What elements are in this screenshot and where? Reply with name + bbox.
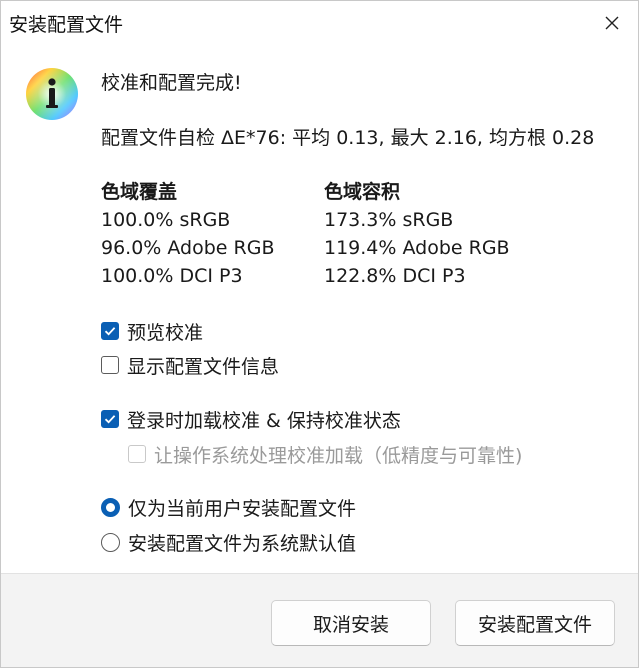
cancel-install-button[interactable]: 取消安装: [271, 600, 431, 646]
radio-unselected[interactable]: [101, 532, 120, 552]
title-bar: 安装配置文件: [1, 1, 638, 45]
info-icon: [26, 68, 78, 120]
window-title: 安装配置文件: [9, 14, 124, 36]
gamut-volume-row: 122.8% DCI P3: [324, 265, 466, 287]
checkbox-checked[interactable]: [101, 322, 119, 340]
close-icon: [605, 16, 619, 30]
preview-calibration-checkbox[interactable]: 预览校准: [101, 318, 203, 344]
gamut-volume-row: 119.4% Adobe RGB: [324, 237, 510, 259]
gamut-volume-header: 色域容积: [324, 181, 401, 203]
gamut-coverage-header: 色域覆盖: [101, 181, 178, 203]
gamut-coverage-row: 100.0% sRGB: [101, 209, 231, 231]
gamut-coverage-row: 100.0% DCI P3: [101, 265, 243, 287]
dialog-footer: 取消安装 安装配置文件: [1, 573, 638, 667]
install-current-user-radio[interactable]: 仅为当前用户安装配置文件: [101, 494, 356, 520]
os-handles-loading-label: 让操作系统处理校准加载（低精度与可靠性): [154, 444, 523, 467]
install-current-user-label: 仅为当前用户安装配置文件: [128, 497, 357, 520]
dialog-content: 校准和配置完成! 配置文件自检 ΔE*76: 平均 0.13, 最大 2.16,…: [1, 45, 638, 573]
checkbox-disabled: [128, 445, 146, 463]
checkbox-unchecked[interactable]: [101, 356, 119, 374]
load-on-login-label: 登录时加载校准 & 保持校准状态: [127, 409, 401, 432]
gamut-volume-row: 173.3% sRGB: [324, 209, 454, 231]
completion-heading: 校准和配置完成!: [101, 72, 242, 94]
load-on-login-checkbox[interactable]: 登录时加载校准 & 保持校准状态: [101, 406, 401, 432]
checkmark-icon: [104, 415, 116, 424]
show-profile-info-label: 显示配置文件信息: [127, 355, 280, 378]
checkbox-checked[interactable]: [101, 410, 119, 428]
radio-selected[interactable]: [101, 497, 120, 517]
checkmark-icon: [104, 327, 116, 336]
install-profile-button[interactable]: 安装配置文件: [455, 600, 615, 646]
install-profile-dialog: 安装配置文件 校准和配置完成! 配置文件自检 ΔE*76: 平均 0.13, 最…: [0, 0, 639, 668]
gamut-coverage-row: 96.0% Adobe RGB: [101, 237, 275, 259]
install-system-default-label: 安装配置文件为系统默认值: [128, 532, 357, 555]
os-handles-loading-checkbox: 让操作系统处理校准加载（低精度与可靠性): [128, 441, 522, 467]
show-profile-info-checkbox[interactable]: 显示配置文件信息: [101, 352, 279, 378]
self-check-summary: 配置文件自检 ΔE*76: 平均 0.13, 最大 2.16, 均方根 0.28: [101, 127, 595, 149]
close-button[interactable]: [586, 1, 638, 45]
preview-calibration-label: 预览校准: [127, 321, 204, 344]
install-system-default-radio[interactable]: 安装配置文件为系统默认值: [101, 529, 356, 555]
